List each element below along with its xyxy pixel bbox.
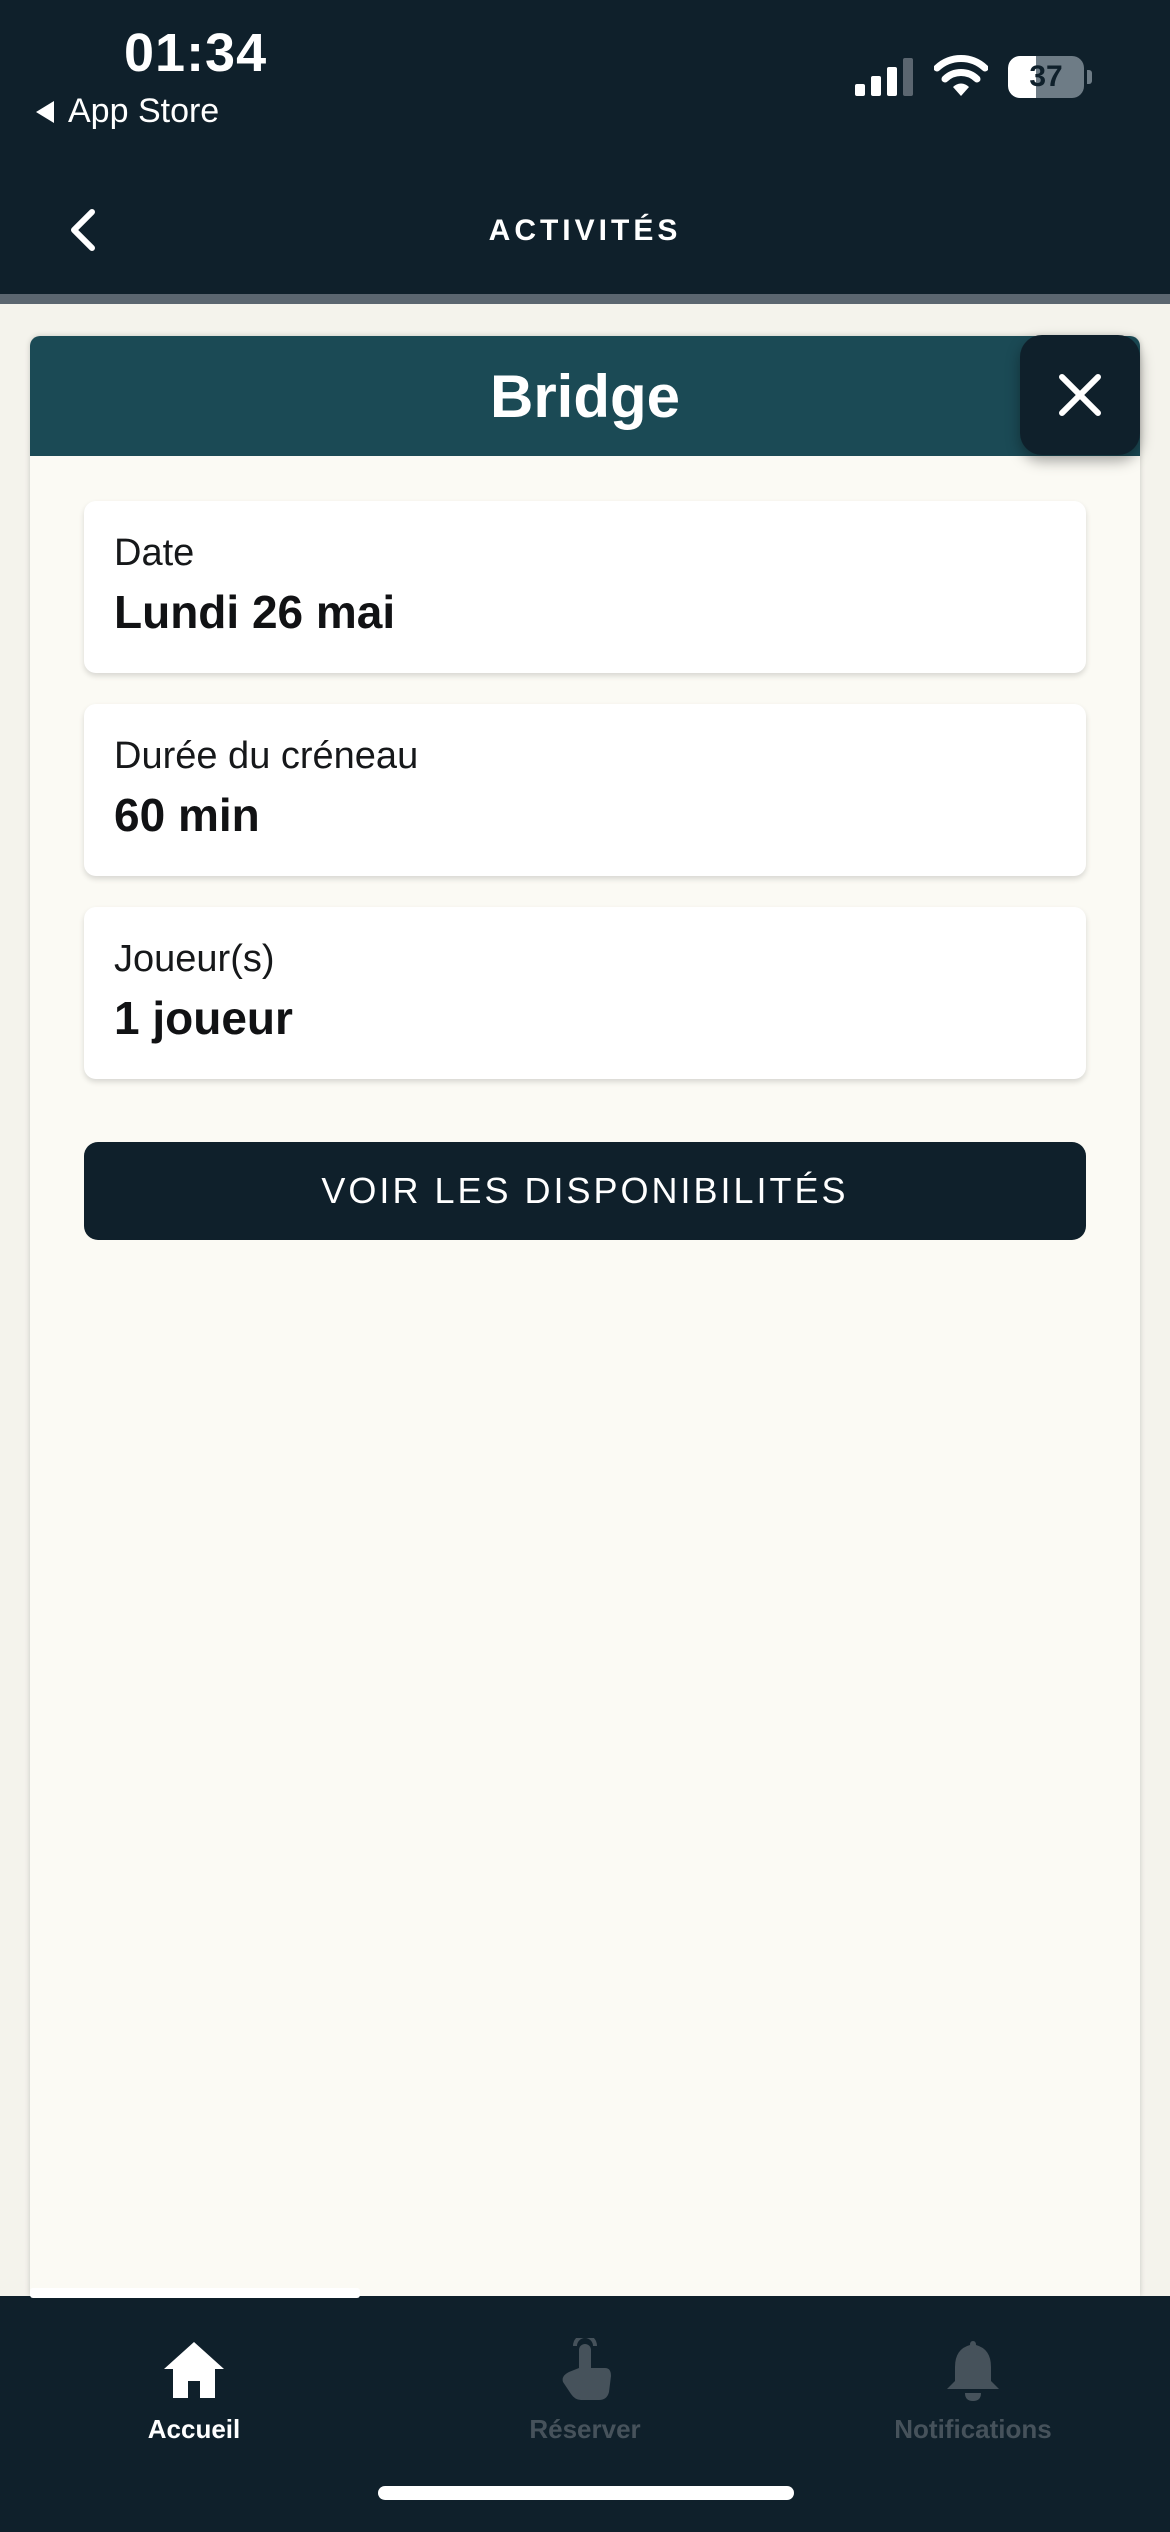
sheet-header: Bridge [30,336,1140,456]
tap-hand-icon [562,2338,611,2400]
close-button[interactable] [1020,335,1140,455]
see-availability-button[interactable]: VOIR LES DISPONIBILITÉS [84,1142,1086,1240]
date-field[interactable]: Date Lundi 26 mai [84,501,1086,673]
tab-label-notifications: Notifications [894,2414,1052,2444]
date-label: Date [114,532,195,574]
header-divider [0,294,1170,304]
close-icon [1059,374,1101,416]
players-field[interactable]: Joueur(s) 1 joueur [84,907,1086,1079]
slot-duration-value: 60 min [114,789,260,841]
cellular-signal-icon [855,58,913,96]
back-triangle-icon [36,100,54,123]
wifi-icon [934,55,988,96]
battery-level: 37 [1029,60,1063,93]
activity-sheet: Bridge Date Lundi 26 mai Durée du crénea… [30,336,1140,2296]
home-indicator[interactable] [378,2486,794,2500]
tab-label-reserver: Réserver [529,2414,641,2444]
tab-label-accueil: Accueil [147,2414,241,2444]
sheet-scroll-indicator [30,2288,360,2298]
tab-accueil[interactable]: Accueil [64,2336,324,2445]
page-title: ACTIVITÉS [488,214,682,247]
date-value: Lundi 26 mai [114,586,396,638]
players-value: 1 joueur [114,992,293,1044]
back-to-app-store-link[interactable]: App Store [36,92,219,131]
screen: 01:34 App Store 37 ACTIVITÉS Bridge Date… [0,0,1170,2532]
back-app-label: App Store [68,92,220,130]
players-label: Joueur(s) [114,938,275,980]
bell-icon [947,2341,999,2401]
tab-notifications[interactable]: Notifications [843,2336,1103,2445]
sheet-title: Bridge [489,362,681,430]
status-time: 01:34 [124,23,268,83]
slot-duration-label: Durée du créneau [114,735,419,777]
slot-duration-field[interactable]: Durée du créneau 60 min [84,704,1086,876]
battery-icon: 37 [1008,56,1092,98]
tab-reserver[interactable]: Réserver [455,2336,715,2445]
home-icon [164,2342,224,2398]
